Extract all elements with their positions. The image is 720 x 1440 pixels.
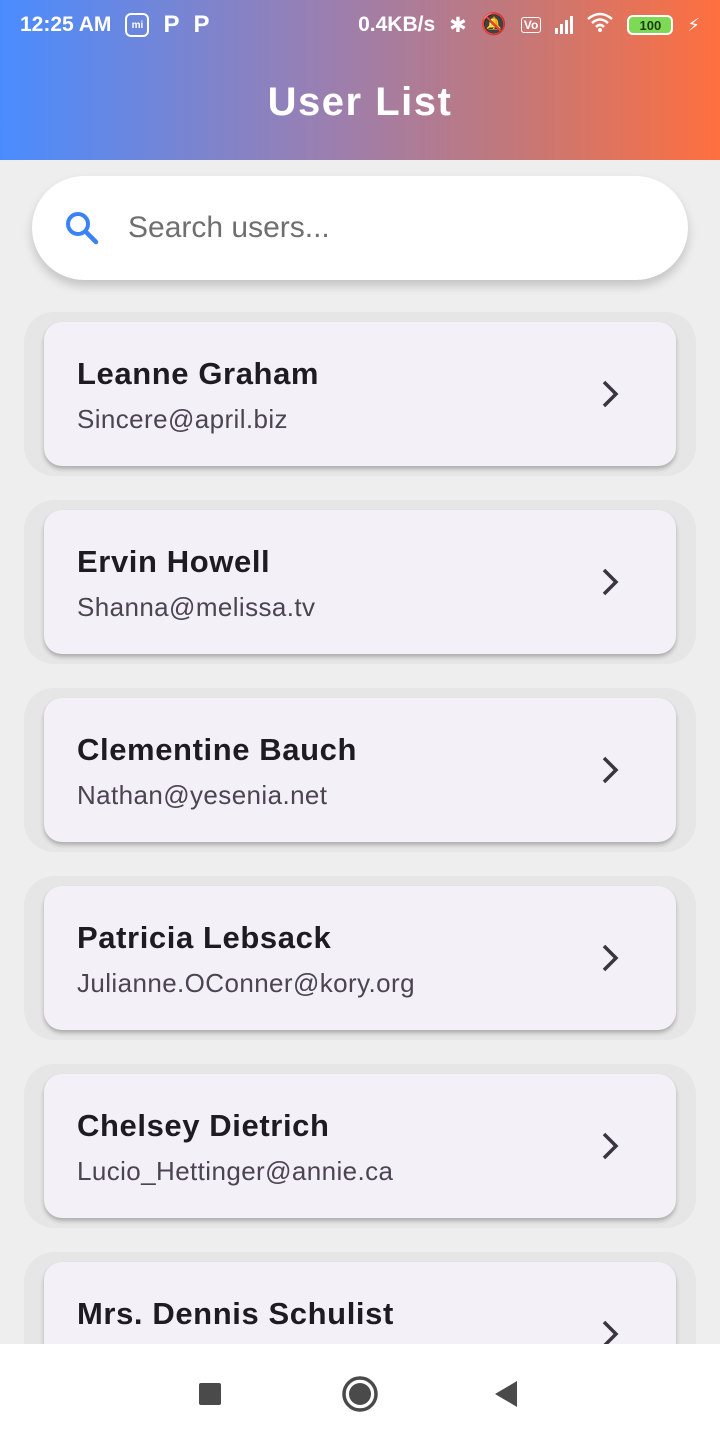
search-input[interactable] (128, 211, 648, 245)
user-name: Mrs. Dennis Schulist (77, 1296, 394, 1331)
net-speed: 0.4KB/s (358, 13, 436, 36)
wifi-icon (587, 12, 614, 38)
user-list[interactable]: Leanne Graham Sincere@april.biz Ervin Ho… (0, 312, 720, 1344)
home-circle-icon[interactable] (340, 1374, 380, 1414)
user-email: Lucio_Hettinger@annie.ca (77, 1156, 394, 1186)
user-name: Patricia Lebsack (77, 920, 332, 955)
page-title: User List (267, 80, 453, 124)
user-name: Chelsey Dietrich (77, 1108, 330, 1143)
user-email: Sincere@april.biz (77, 404, 288, 434)
list-item: Patricia Lebsack Julianne.OConner@kory.o… (24, 876, 696, 1040)
battery-indicator: 100 (627, 15, 674, 35)
chevron-right-icon (602, 380, 619, 408)
user-name: Clementine Bauch (77, 732, 358, 767)
chevron-right-icon (602, 1132, 619, 1160)
charging-icon: ⚡ (687, 14, 700, 35)
user-name: Ervin Howell (77, 544, 271, 579)
user-card[interactable]: Mrs. Dennis Schulist (44, 1262, 676, 1344)
app-header: 12:25 AM mi P P 0.4KB/s ✱ 🔕 Vo 100 ⚡ Use… (0, 0, 720, 160)
search-icon (62, 208, 102, 248)
list-item: Chelsey Dietrich Lucio_Hettinger@annie.c… (24, 1064, 696, 1228)
system-nav-bar (0, 1344, 720, 1440)
chevron-right-icon (602, 1320, 619, 1344)
recents-square-icon[interactable] (190, 1374, 230, 1414)
user-card[interactable]: Ervin Howell Shanna@melissa.tv (44, 510, 676, 654)
volte-icon: Vo (520, 17, 542, 33)
mute-icon: 🔕 (480, 13, 507, 36)
chevron-right-icon (602, 568, 619, 596)
user-card[interactable]: Leanne Graham Sincere@april.biz (44, 322, 676, 466)
back-triangle-icon[interactable] (486, 1374, 526, 1414)
user-name: Leanne Graham (77, 356, 320, 391)
list-item: Leanne Graham Sincere@april.biz (24, 312, 696, 476)
list-item: Clementine Bauch Nathan@yesenia.net (24, 688, 696, 852)
chevron-right-icon (602, 756, 619, 784)
user-card[interactable]: Chelsey Dietrich Lucio_Hettinger@annie.c… (44, 1074, 676, 1218)
user-card[interactable]: Patricia Lebsack Julianne.OConner@kory.o… (44, 886, 676, 1030)
list-item: Ervin Howell Shanna@melissa.tv (24, 500, 696, 664)
user-card[interactable]: Clementine Bauch Nathan@yesenia.net (44, 698, 676, 842)
chevron-right-icon (602, 944, 619, 972)
bluetooth-icon: ✱ (449, 13, 467, 37)
p-icon: P (193, 11, 210, 38)
user-email: Julianne.OConner@kory.org (77, 968, 415, 998)
signal-icon (555, 16, 574, 34)
user-email: Shanna@melissa.tv (77, 592, 316, 622)
p-icon: P (163, 11, 180, 38)
search-bar[interactable] (32, 176, 688, 280)
user-email: Nathan@yesenia.net (77, 780, 328, 810)
status-time: 12:25 AM (20, 13, 112, 36)
list-item: Mrs. Dennis Schulist (24, 1252, 696, 1344)
mi-icon: mi (125, 13, 150, 37)
status-bar: 12:25 AM mi P P 0.4KB/s ✱ 🔕 Vo 100 ⚡ (0, 0, 720, 50)
